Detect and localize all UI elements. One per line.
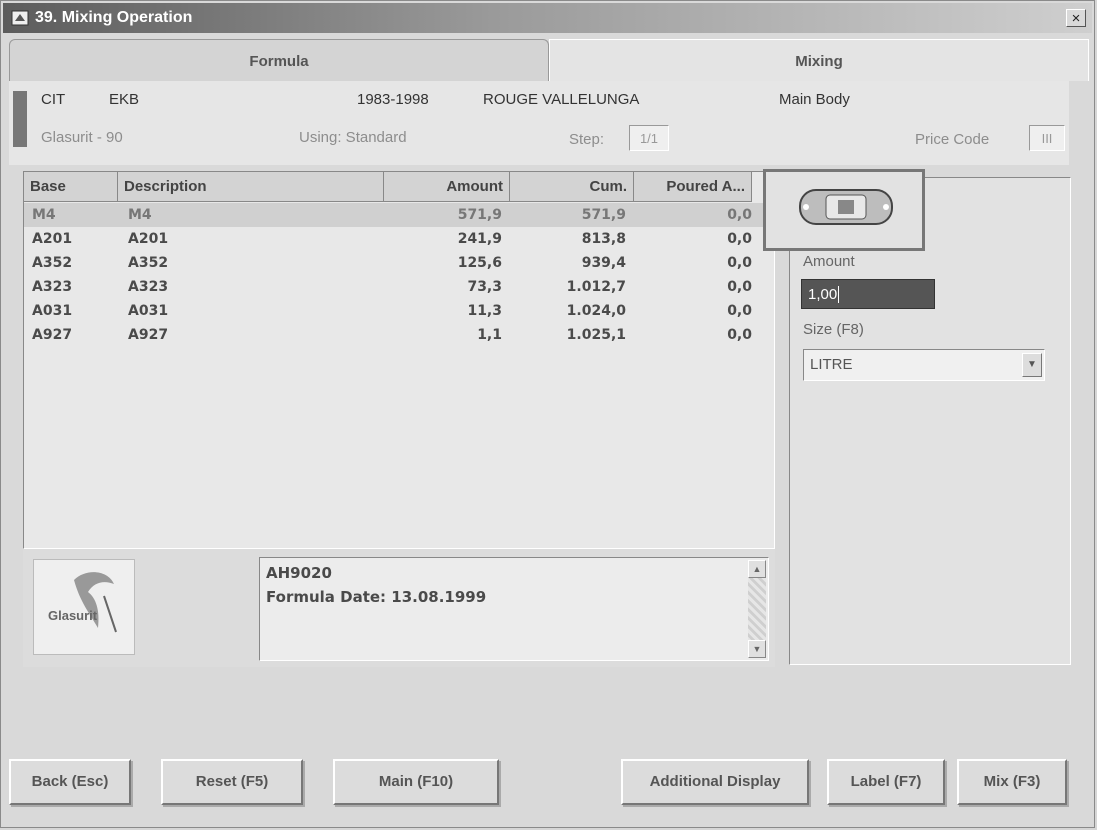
table-row[interactable]: A201 A201 241,9 813,8 0,0 [24,227,774,251]
tab-formula-label: Formula [249,53,309,70]
tab-mixing-label: Mixing [795,53,843,70]
notes-scrollbar[interactable]: ▲ ▼ [748,560,766,658]
color-code: EKB [109,91,140,108]
tab-mixing[interactable]: Mixing [549,39,1089,81]
main-button[interactable]: Main (F10) [333,759,499,805]
note-code: AH9020 [266,564,332,582]
table-row[interactable]: A323 A323 73,3 1.012,7 0,0 [24,275,774,299]
formula-info-panel: Glasurit AH9020 Formula Date: 13.08.1999… [23,549,775,667]
column-header-poured[interactable]: Poured A... [634,172,752,202]
label-button[interactable]: Label (F7) [827,759,945,805]
title-bar[interactable]: 39. Mixing Operation × [3,3,1092,33]
size-select[interactable]: LITRE ▼ [803,349,1045,381]
mix-button[interactable]: Mix (F3) [957,759,1067,805]
column-header-description[interactable]: Description [118,172,384,202]
formula-header: CIT EKB 1983-1998 ROUGE VALLELUNGA Main … [9,81,1069,165]
formula-table[interactable]: Base Description Amount Cum. Poured A...… [23,171,775,549]
additional-display-button[interactable]: Additional Display [621,759,809,805]
reset-button[interactable]: Reset (F5) [161,759,303,805]
app-icon [11,10,29,26]
formula-notes[interactable]: AH9020 Formula Date: 13.08.1999 ▲ ▼ [259,557,769,661]
amount-input[interactable]: 1,00 [801,279,935,309]
size-label: Size (F8) [803,321,864,338]
using-standard: Using: Standard [299,129,407,146]
mixing-operation-window: 39. Mixing Operation × Formula Mixing CI… [0,0,1095,828]
close-icon: × [1071,10,1081,27]
glasurit-logo: Glasurit [33,559,135,655]
window-title: 39. Mixing Operation [35,9,193,26]
table-row[interactable]: M4 M4 571,9 571,9 0,0 [24,203,774,227]
close-button[interactable]: × [1066,9,1086,27]
back-button[interactable]: Back (Esc) [9,759,131,805]
make-code: CIT [41,91,66,108]
amount-label: Amount [803,253,855,270]
product-line: Glasurit - 90 [41,129,123,146]
table-header: Base Description Amount Cum. Poured A... [24,172,774,202]
table-row[interactable]: A031 A031 11,3 1.024,0 0,0 [24,299,774,323]
color-swatch [13,91,27,147]
step-field: 1/1 [629,125,669,151]
chevron-down-icon[interactable]: ▼ [1022,353,1042,377]
step-label: Step: [569,131,605,148]
car-view-button[interactable] [763,169,925,251]
table-row[interactable]: A927 A927 1,1 1.025,1 0,0 [24,323,774,347]
table-row[interactable]: A352 A352 125,6 939,4 0,0 [24,251,774,275]
column-header-amount[interactable]: Amount [384,172,510,202]
color-name: ROUGE VALLELUNGA [483,91,640,108]
column-header-base[interactable]: Base [24,172,118,202]
tab-formula[interactable]: Formula [9,39,549,81]
car-top-view-icon [799,189,893,225]
scroll-up-icon[interactable]: ▲ [748,560,766,578]
parrot-icon [74,572,117,633]
body-area: Main Body [779,91,850,108]
price-code-label: Price Code [915,131,990,148]
model-years: 1983-1998 [357,91,429,108]
column-header-cum[interactable]: Cum. [510,172,634,202]
scroll-down-icon[interactable]: ▼ [748,640,766,658]
formula-date: Formula Date: 13.08.1999 [266,588,487,606]
price-code-field: III [1029,125,1065,151]
